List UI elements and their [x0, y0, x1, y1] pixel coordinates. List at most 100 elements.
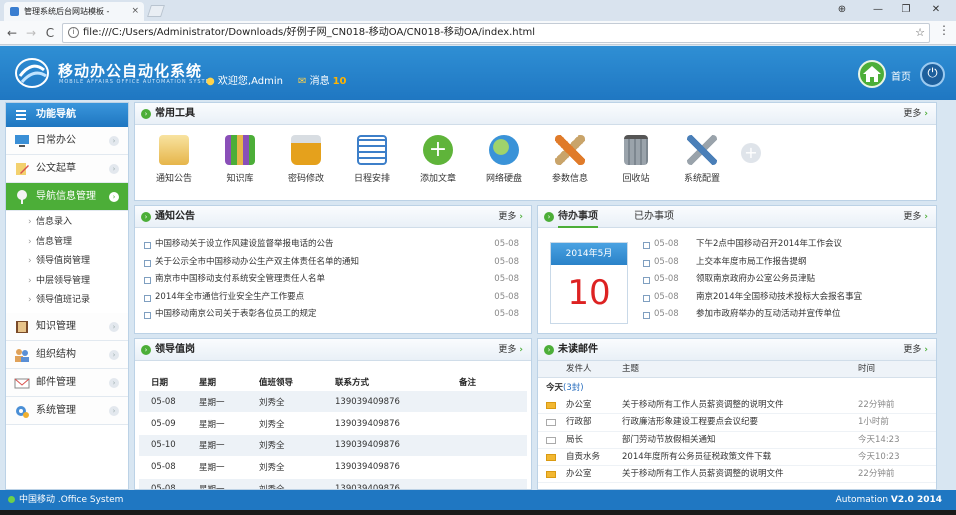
mail-time: 今天10:23: [858, 451, 900, 462]
list-item[interactable]: 关于公示全市中国移动办公生产双主体责任名单的通知 05-08: [143, 254, 523, 272]
list-item[interactable]: 05-08 上交本年度市局工作报告提纲: [642, 254, 928, 272]
monitor-icon: [15, 135, 29, 147]
list-item[interactable]: 南京市中国移动支付系统安全管理责任人名单 05-08: [143, 271, 523, 289]
sidebar-title: 功能导航: [36, 109, 76, 120]
tool-recycle-bin[interactable]: 回收站: [609, 135, 663, 184]
books-icon: [225, 135, 255, 165]
logout-power-icon[interactable]: ⏻: [920, 62, 945, 87]
mail-subject: 关于移动所有工作人员薪资调整的说明文件: [622, 469, 784, 480]
reload-icon[interactable]: C: [42, 24, 58, 42]
todo-title: 参加市政府举办的互动活动并宣传单位: [696, 309, 841, 320]
list-item[interactable]: 05-08 南京2014年全国移动技术投标大会报名事宜: [642, 289, 928, 307]
restore-button[interactable]: ❐: [894, 2, 918, 18]
more-link[interactable]: 更多 ›: [903, 103, 928, 125]
sidebar-item-mail-management[interactable]: 邮件管理 ›: [6, 368, 128, 397]
tool-schedule[interactable]: 日程安排: [345, 135, 399, 184]
tool-parameters[interactable]: 参数信息: [543, 135, 597, 184]
more-link[interactable]: 更多 ›: [903, 339, 928, 361]
panel-header: › 未读邮件 更多 ›: [538, 339, 936, 361]
tool-add-article[interactable]: + 添加文章: [411, 135, 465, 184]
messages-link[interactable]: ✉ 消息 10: [298, 72, 347, 87]
mail-time: 22分钟前: [858, 400, 895, 410]
duty-table: 日期 星期 值班领导 联系方式 备注 05-08 星期一 刘秀全 1390394098…: [139, 373, 527, 489]
sidebar-item-label: 组织结构: [36, 348, 76, 360]
cell-note: [447, 456, 527, 479]
sidebar-item-system-management[interactable]: 系统管理 ›: [6, 396, 128, 425]
table-row[interactable]: 05-08星期一刘秀全139039409876: [139, 456, 527, 479]
unread-mail-panel: › 未读邮件 更多 › 发件人 主题 时间 今天(3封) 办公室 关于移动所有工作…: [537, 338, 937, 490]
submenu-item-info-entry[interactable]: 信息录入: [6, 213, 128, 233]
browser-menu-icon[interactable]: ⋮: [938, 23, 950, 37]
url-input[interactable]: i file:///C:/Users/Administrator/Downloa…: [62, 23, 930, 43]
cell-weekday: 星期一: [187, 434, 247, 457]
home-label[interactable]: 首页: [891, 68, 911, 83]
tab-pending[interactable]: 待办事项: [558, 206, 598, 228]
tool-notice[interactable]: 通知公告: [147, 135, 201, 184]
mail-row[interactable]: 办公室 关于移动所有工作人员薪资调整的说明文件 22分钟前: [538, 466, 936, 484]
submenu-item-leader-duty-record[interactable]: 领导值班记录: [6, 291, 128, 311]
cell-weekday: 星期一: [187, 478, 247, 489]
list-item[interactable]: 2014年全市通信行业安全生产工作要点 05-08: [143, 289, 523, 307]
info-icon[interactable]: i: [68, 27, 79, 38]
app-title: 移动办公自动化系统: [58, 62, 203, 80]
user-icon: ●: [206, 76, 215, 87]
add-tool-icon[interactable]: +: [741, 143, 761, 163]
sidebar-submenu: 信息录入 信息管理 领导值岗管理 中层领导管理 领导值班记录: [6, 211, 128, 313]
more-label: 更多: [903, 212, 922, 222]
browser-tab[interactable]: 管理系统后台网站模板 - ×: [4, 2, 144, 21]
sidebar-item-knowledge-management[interactable]: 知识管理 ›: [6, 312, 128, 341]
minimize-button[interactable]: —: [866, 2, 890, 18]
table-row[interactable]: 05-09 星期一 刘秀全 139039409876: [139, 412, 527, 436]
new-tab-button[interactable]: [147, 5, 165, 17]
tool-network-disk[interactable]: 网络硬盘: [477, 135, 531, 184]
mail-row[interactable]: 办公室 关于移动所有工作人员薪资调整的说明文件 22分钟前: [538, 397, 936, 415]
gear-icon: [16, 405, 29, 418]
more-link[interactable]: 更多 ›: [903, 206, 928, 228]
status-dot-icon: [8, 496, 15, 503]
submenu-item-leader-duty-management[interactable]: 领导值岗管理: [6, 252, 128, 272]
tool-change-password[interactable]: 密码修改: [279, 135, 333, 184]
bookmark-star-icon[interactable]: ☆: [915, 24, 925, 42]
sidebar-item-nav-info-management[interactable]: 导航信息管理 ›: [6, 183, 128, 211]
list-item[interactable]: 05-08 参加市政府举办的互动活动并宣传单位: [642, 306, 928, 324]
close-window-button[interactable]: ✕: [924, 2, 948, 18]
list-item[interactable]: 中国移动南京公司关于表彰各位员工的规定 05-08: [143, 306, 523, 324]
list-item[interactable]: 中国移动关于设立作风建设监督举报电话的公告 05-08: [143, 236, 523, 254]
sidebar-item-daily-office[interactable]: 日常办公 ›: [6, 127, 128, 155]
browser-tab-strip: 管理系统后台网站模板 - × ⊕ — ❐ ✕: [0, 0, 956, 21]
tab-done[interactable]: 已办事项: [634, 206, 674, 228]
table-row[interactable]: 05-08星期一刘秀全139039409876: [139, 478, 527, 489]
sidebar-item-org-structure[interactable]: 组织结构 ›: [6, 340, 128, 369]
tool-knowledge-base[interactable]: 知识库: [213, 135, 267, 184]
todo-date: 05-08: [654, 291, 679, 302]
submenu-item-middle-leader-management[interactable]: 中层领导管理: [6, 272, 128, 292]
sidebar-item-document-draft[interactable]: 公文起草 ›: [6, 155, 128, 183]
more-link[interactable]: 更多 ›: [498, 339, 523, 361]
table-row[interactable]: 05-10 星期一 刘秀全 139039409876: [139, 434, 527, 457]
back-icon[interactable]: ←: [4, 24, 20, 42]
read-envelope-icon: [546, 419, 556, 427]
tool-system-config[interactable]: 系统配置: [675, 135, 729, 184]
account-icon[interactable]: ⊕: [830, 2, 854, 18]
unread-envelope-icon: [546, 453, 556, 461]
close-tab-icon[interactable]: ×: [131, 2, 139, 21]
mail-sender: 局长: [566, 434, 584, 445]
pencil-document-icon: [16, 163, 29, 175]
list-item[interactable]: 05-08 下午2点中国移动召开2014年工作会议: [642, 236, 928, 254]
more-link[interactable]: 更多 ›: [498, 206, 523, 228]
mail-row[interactable]: 局长 部门劳动节放假相关通知 今天14:23: [538, 432, 936, 449]
mail-subject: 部门劳动节放假相关通知: [622, 434, 716, 445]
mail-row[interactable]: 行政部 行政廉洁形象建设工程要点会议纪要 1小时前: [538, 414, 936, 432]
home-button[interactable]: [858, 60, 886, 88]
forward-icon[interactable]: →: [23, 24, 39, 42]
table-row[interactable]: 05-08星期一刘秀全139039409876: [139, 391, 527, 414]
cell-weekday: 星期一: [187, 391, 247, 414]
submenu-item-info-management[interactable]: 信息管理: [6, 233, 128, 253]
mail-row[interactable]: 自贡水务 2014年度所有公务员征税政策文件下载 今天10:23: [538, 449, 936, 467]
sidebar-header: 功能导航: [6, 103, 128, 127]
chevron-down-icon: ›: [109, 192, 119, 202]
list-item[interactable]: 05-08 领取南京政府办公室公务员津贴: [642, 271, 928, 289]
cell-weekday: 星期一: [187, 412, 247, 436]
todo-title: 下午2点中国移动召开2014年工作会议: [696, 239, 843, 249]
lock-icon: [291, 135, 321, 165]
